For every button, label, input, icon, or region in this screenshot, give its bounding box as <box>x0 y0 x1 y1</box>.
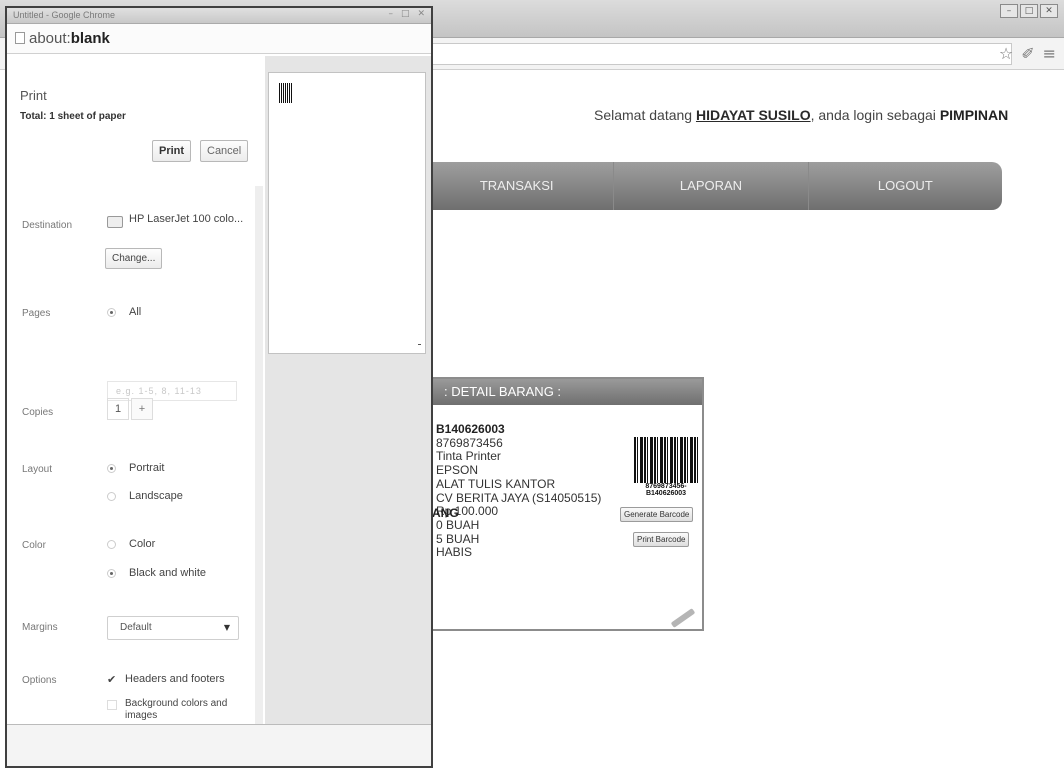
minimize-icon[interactable]: – <box>1000 4 1018 18</box>
item-barcode-number: 8769873456 <box>436 435 503 450</box>
background-address-bar[interactable] <box>432 43 1012 65</box>
print-window-title: Untitled - Google Chrome <box>13 10 116 20</box>
main-navbar: TRANSAKSI LAPORAN LOGOUT <box>420 162 1002 210</box>
pages-all-label: All <box>129 306 142 318</box>
maximize-icon[interactable]: □ <box>1020 4 1038 18</box>
user-name-link[interactable]: HIDAYAT SUSILO <box>696 107 811 123</box>
item-stock: 0 BUAH <box>436 517 480 532</box>
layout-portrait-radio[interactable] <box>107 464 116 473</box>
item-brand: EPSON <box>436 463 479 478</box>
item-name: Tinta Printer <box>436 449 501 464</box>
margins-label: Margins <box>22 622 58 633</box>
item-status: HABIS <box>436 545 473 560</box>
extension-icon[interactable]: ✐ <box>1021 44 1034 63</box>
print-barcode-button[interactable]: Print Barcode <box>633 532 690 547</box>
settings-scrollbar[interactable] <box>255 186 263 746</box>
barcode-caption: 8769873456-B140626003 <box>645 483 687 497</box>
item-code: B140626003 <box>436 422 505 436</box>
pages-label: Pages <box>22 308 51 319</box>
color-color-label: Color <box>129 538 156 550</box>
printer-icon <box>107 216 123 228</box>
detail-values: B140626003 8769873456 Tinta Printer EPSO… <box>436 422 602 560</box>
opt-headers-label: Headers and footers <box>125 673 225 685</box>
checkmark-icon[interactable]: ✔ <box>107 674 117 685</box>
layout-landscape-label: Landscape <box>129 490 183 502</box>
preview-page <box>268 72 426 354</box>
welcome-middle: , anda login sebagai <box>810 107 936 123</box>
page-icon <box>15 32 25 44</box>
close-icon[interactable]: ✕ <box>1040 4 1058 18</box>
layout-landscape-radio[interactable] <box>107 492 116 501</box>
print-preview-area <box>265 56 431 724</box>
color-label: Color <box>22 540 46 551</box>
print-window-titlebar: Untitled - Google Chrome – □ ✕ <box>7 8 431 24</box>
item-supplier: CV BERITA JAYA (S14050515) <box>436 490 602 505</box>
url-prefix: about: <box>29 30 71 47</box>
close-icon[interactable]: ✕ <box>417 9 425 19</box>
color-color-radio[interactable] <box>107 540 116 549</box>
print-settings-panel: Print Total: 1 sheet of paper Print Canc… <box>7 56 265 746</box>
background-toolbar-icons: ☆ ✐ ≡ <box>999 44 1056 63</box>
nav-logout[interactable]: LOGOUT <box>807 162 1002 210</box>
menu-icon[interactable]: ≡ <box>1043 44 1056 63</box>
destination-label: Destination <box>22 220 73 231</box>
welcome-message: Selamat datang HIDAYAT SUSILO, anda logi… <box>594 107 1008 123</box>
nav-transaksi[interactable]: TRANSAKSI <box>420 162 613 210</box>
item-min-stock: 5 BUAH <box>436 531 480 546</box>
print-dialog-window: Untitled - Google Chrome – □ ✕ about:bla… <box>5 6 433 768</box>
background-window-controls: – □ ✕ <box>1000 4 1058 18</box>
print-button[interactable]: Print <box>152 140 192 162</box>
maximize-icon[interactable]: □ <box>401 9 410 19</box>
minimize-icon[interactable]: – <box>388 9 393 19</box>
background-graphics-checkbox[interactable] <box>107 700 117 710</box>
star-icon[interactable]: ☆ <box>999 44 1013 63</box>
color-bw-label: Black and white <box>129 567 207 579</box>
nav-laporan[interactable]: LAPORAN <box>613 162 807 210</box>
cancel-button[interactable]: Cancel <box>200 140 249 162</box>
pages-all-radio[interactable] <box>107 308 116 317</box>
destination-value: HP LaserJet 100 colo... <box>129 213 244 225</box>
item-price: Rp 100.000 <box>436 504 499 519</box>
detail-panel-header: : DETAIL BARANG : <box>422 379 702 405</box>
preview-barcode-icon <box>279 83 293 103</box>
url-bold: blank <box>70 30 110 47</box>
detail-barang-panel: : DETAIL BARANG : B140626003 8769873456 … <box>420 377 704 631</box>
copies-input[interactable]: 1 <box>107 398 129 420</box>
total-sheets-text: Total: 1 sheet of paper <box>20 111 126 122</box>
generate-barcode-button[interactable]: Generate Barcode <box>620 507 694 522</box>
color-bw-radio[interactable] <box>107 569 116 578</box>
change-destination-button[interactable]: Change... <box>105 248 163 269</box>
print-window-url: about:blank <box>29 30 110 47</box>
price-label-partial: ANG <box>432 506 459 520</box>
barcode-image: 8769873456-B140626003 <box>630 437 702 497</box>
margins-value: Default <box>120 622 152 633</box>
print-window-statusbar <box>7 724 431 766</box>
print-heading: Print <box>20 88 47 103</box>
print-window-controls: – □ ✕ <box>388 9 425 19</box>
chevron-down-icon: ▼ <box>223 623 230 632</box>
opt-background-label: Background colors and images <box>125 698 228 721</box>
layout-label: Layout <box>22 464 53 475</box>
welcome-prefix: Selamat datang <box>594 107 693 123</box>
margins-select[interactable]: Default ▼ <box>107 616 239 640</box>
pencil-icon <box>670 608 696 628</box>
user-role: PIMPINAN <box>939 107 1009 123</box>
barcode-bars-icon <box>634 437 698 483</box>
layout-portrait-label: Portrait <box>129 462 165 474</box>
copies-increment-button[interactable]: + <box>131 398 153 420</box>
options-label: Options <box>22 675 57 686</box>
copies-label: Copies <box>22 407 54 418</box>
print-window-urlbar[interactable]: about:blank <box>7 24 431 54</box>
preview-marker <box>418 344 421 345</box>
item-category: ALAT TULIS KANTOR <box>436 476 556 491</box>
